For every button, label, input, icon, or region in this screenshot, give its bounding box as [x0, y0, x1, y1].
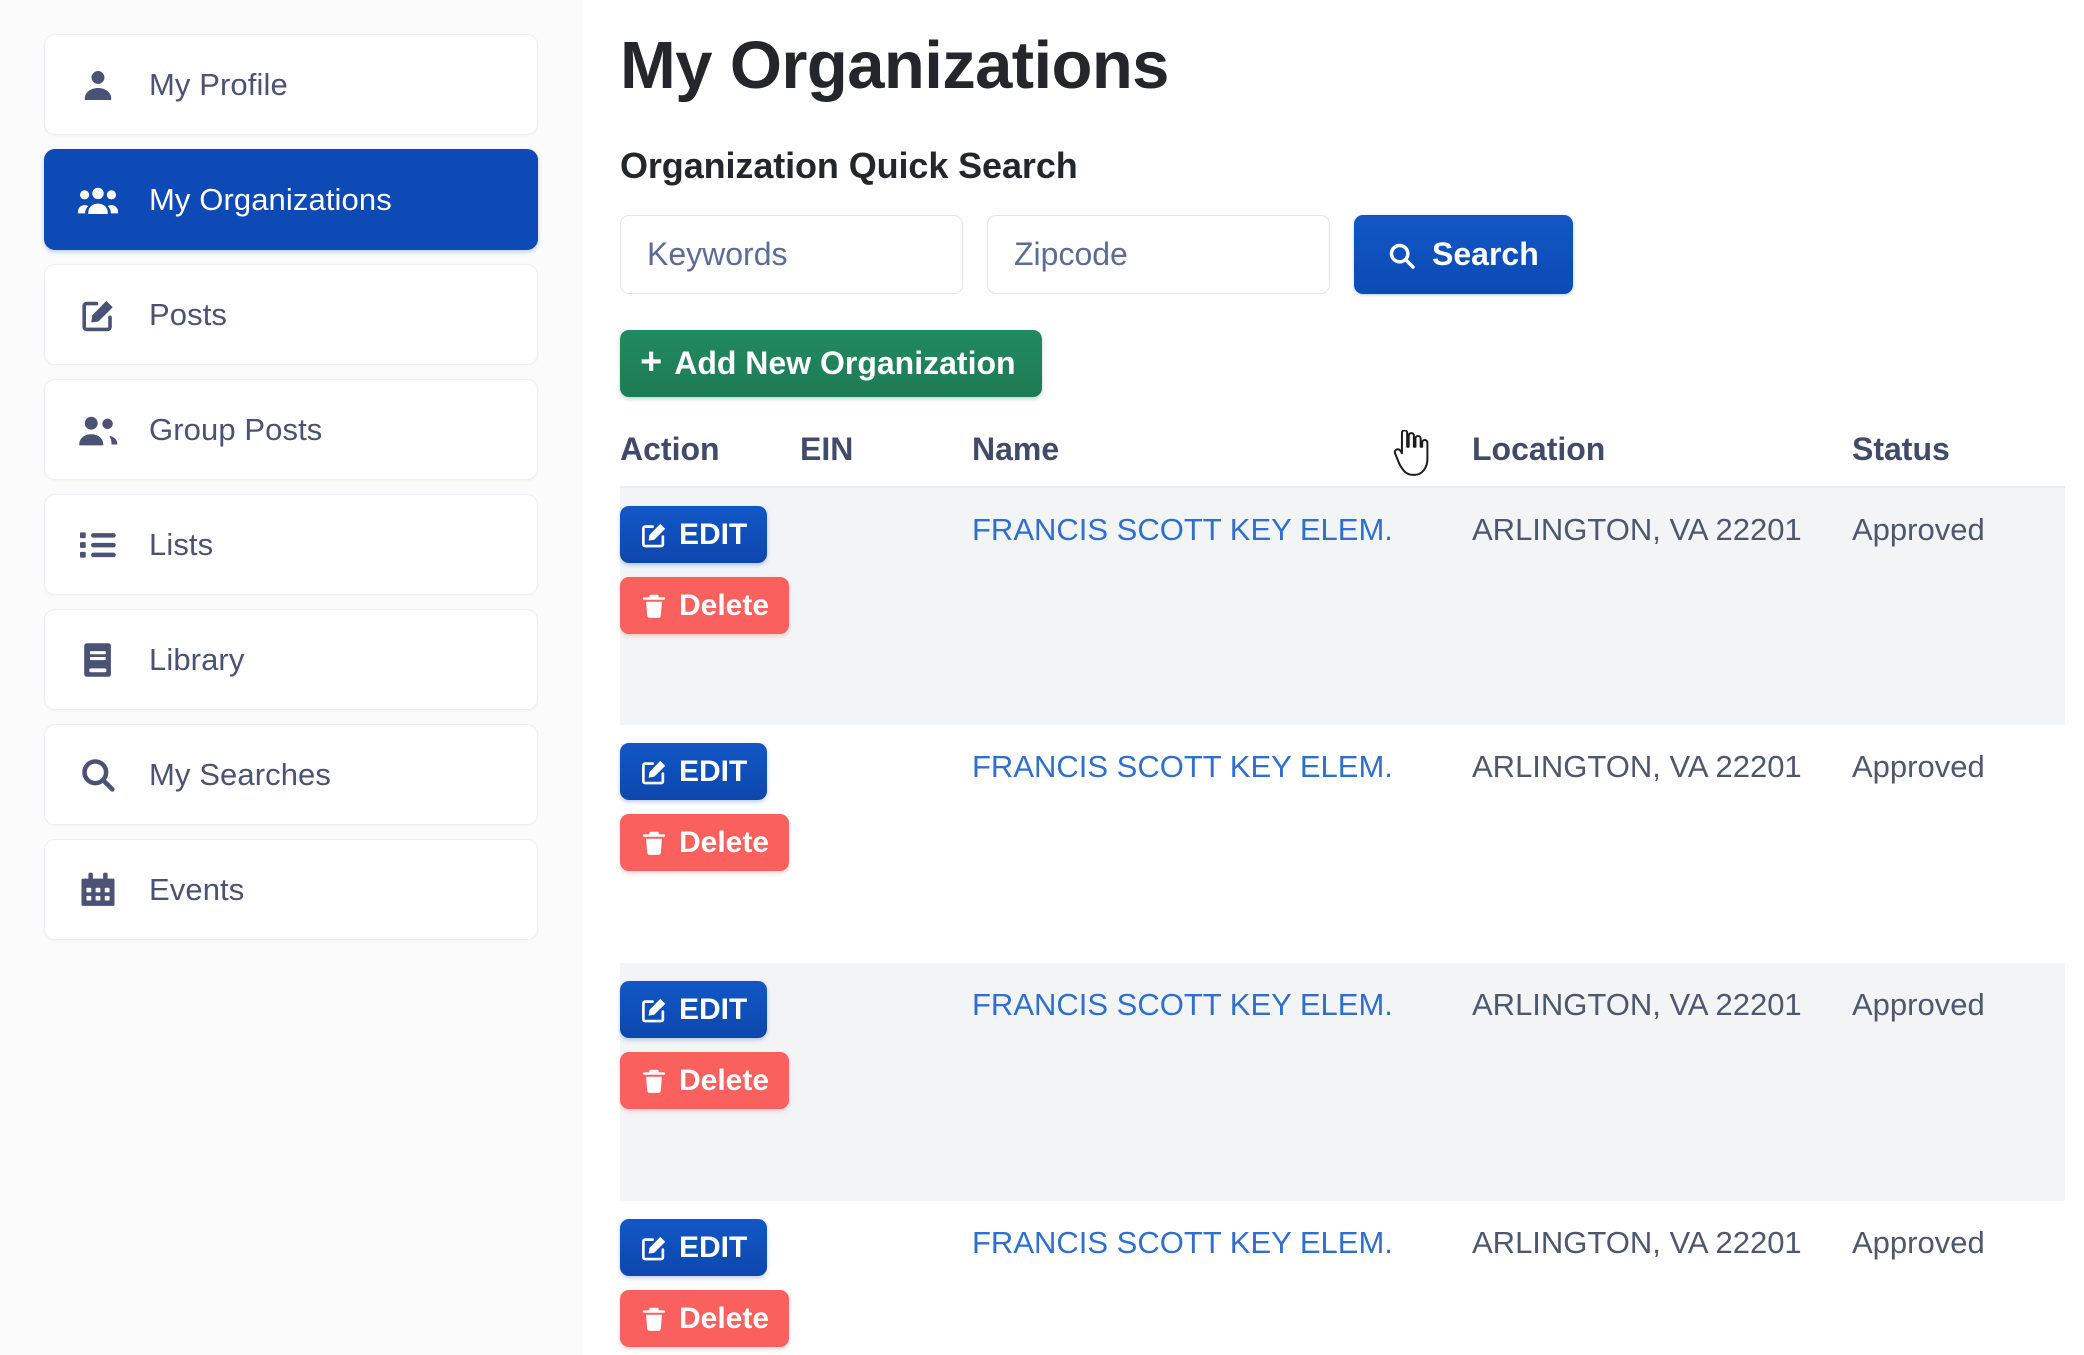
cell-name: FRANCIS SCOTT KEY ELEM. — [972, 725, 1472, 963]
calendar-icon — [77, 869, 119, 911]
cell-status: Approved — [1852, 749, 1985, 785]
delete-button-label: Delete — [679, 825, 770, 859]
app-root: My Profile My Organizations Posts Group … — [0, 0, 2084, 1355]
sidebar-nav: My Profile My Organizations Posts Group … — [0, 0, 582, 1355]
search-button-label: Search — [1432, 236, 1539, 273]
sidebar-item-events[interactable]: Events — [44, 839, 538, 940]
column-header-name: Name — [972, 431, 1472, 489]
sidebar-item-lists[interactable]: Lists — [44, 494, 538, 595]
sidebar-item-label: Events — [149, 871, 245, 907]
sidebar-item-posts[interactable]: Posts — [44, 264, 538, 365]
organization-name-link[interactable]: FRANCIS SCOTT KEY ELEM. — [972, 512, 1393, 547]
edit-button-label: EDIT — [679, 517, 748, 551]
organizations-table: Action EIN Name Location Status EDIT Dele… — [620, 431, 2065, 1355]
table-row: EDIT Delete FRANCIS SCOTT KEY ELEM. ARLINGT… — [620, 963, 2065, 1202]
cell-status: Approved — [1852, 512, 1985, 548]
delete-button[interactable]: Delete — [620, 1052, 790, 1110]
main-content: My Organizations Organization Quick Sear… — [582, 0, 2084, 1355]
row-actions: EDIT Delete — [620, 1219, 800, 1348]
sidebar-item-label: Library — [149, 641, 245, 677]
edit-button[interactable]: EDIT — [620, 981, 768, 1039]
table-row: EDIT Delete FRANCIS SCOTT KEY ELEM. ARLINGT… — [620, 487, 2065, 726]
sidebar-item-label: Group Posts — [149, 411, 323, 447]
cell-name: FRANCIS SCOTT KEY ELEM. — [972, 963, 1472, 1201]
page-title: My Organizations — [620, 28, 1169, 103]
column-header-ein: EIN — [800, 431, 972, 489]
column-header-location: Location — [1472, 431, 1852, 489]
plus-icon: + — [640, 340, 663, 383]
book-icon — [77, 639, 119, 681]
cell-location: ARLINGTON, VA 22201 — [1472, 749, 1802, 785]
cell-status: Approved — [1852, 987, 1985, 1023]
edit-button-label: EDIT — [679, 1230, 748, 1264]
edit-button[interactable]: EDIT — [620, 743, 768, 801]
edit-button[interactable]: EDIT — [620, 1219, 768, 1277]
organization-name-link[interactable]: FRANCIS SCOTT KEY ELEM. — [972, 749, 1393, 784]
table-header-row: Action EIN Name Location Status — [620, 431, 2065, 489]
column-header-action: Action — [620, 431, 800, 489]
column-header-status: Status — [1852, 431, 2065, 489]
cell-action: EDIT Delete — [620, 725, 800, 963]
edit-button-label: EDIT — [679, 992, 748, 1026]
sidebar-item-label: Posts — [149, 296, 228, 332]
table-header: Action EIN Name Location Status — [620, 431, 2065, 489]
cell-action: EDIT Delete — [620, 1201, 800, 1355]
sidebar-item-my-profile[interactable]: My Profile — [44, 34, 538, 135]
delete-button-label: Delete — [679, 1301, 770, 1335]
cell-action: EDIT Delete — [620, 487, 800, 725]
sidebar-item-library[interactable]: Library — [44, 609, 538, 710]
user-icon — [77, 64, 119, 106]
sidebar-item-my-organizations[interactable]: My Organizations — [44, 149, 538, 250]
cell-ein — [800, 963, 972, 1201]
delete-button[interactable]: Delete — [620, 1290, 790, 1348]
table-row: EDIT Delete FRANCIS SCOTT KEY ELEM. ARLINGT… — [620, 725, 2065, 963]
search-icon — [1388, 241, 1416, 269]
edit-button[interactable]: EDIT — [620, 506, 768, 564]
sidebar-item-my-searches[interactable]: My Searches — [44, 724, 538, 825]
row-actions: EDIT Delete — [620, 743, 800, 872]
search-button[interactable]: Search — [1354, 215, 1573, 295]
quick-search-form: Search — [620, 215, 2084, 295]
cell-ein — [800, 725, 972, 963]
table-row: EDIT Delete FRANCIS SCOTT KEY ELEM. ARLINGT… — [620, 1201, 2065, 1355]
cell-ein — [800, 487, 972, 725]
cell-location: ARLINGTON, VA 22201 — [1472, 987, 1802, 1023]
sidebar-item-label: Lists — [149, 526, 214, 562]
cell-name: FRANCIS SCOTT KEY ELEM. — [972, 1201, 1472, 1355]
search-icon — [77, 754, 119, 796]
delete-button[interactable]: Delete — [620, 577, 790, 635]
sidebar-item-label: My Organizations — [149, 181, 392, 217]
keywords-input[interactable] — [620, 215, 963, 295]
sidebar-item-group-posts[interactable]: Group Posts — [44, 379, 538, 480]
cell-action: EDIT Delete — [620, 963, 800, 1201]
edit-button-label: EDIT — [679, 754, 748, 788]
cell-ein — [800, 1201, 972, 1355]
organization-name-link[interactable]: FRANCIS SCOTT KEY ELEM. — [972, 987, 1393, 1022]
cell-status: Approved — [1852, 1225, 1985, 1261]
quick-search-heading: Organization Quick Search — [620, 145, 1078, 187]
cell-location: ARLINGTON, VA 22201 — [1472, 1225, 1802, 1261]
organization-name-link[interactable]: FRANCIS SCOTT KEY ELEM. — [972, 1225, 1393, 1260]
row-actions: EDIT Delete — [620, 506, 800, 635]
sidebar-item-label: My Profile — [149, 66, 288, 102]
table-body: EDIT Delete FRANCIS SCOTT KEY ELEM. ARLINGT… — [620, 487, 2065, 1355]
pencil-square-icon — [77, 294, 119, 336]
row-actions: EDIT Delete — [620, 981, 800, 1110]
delete-button-label: Delete — [679, 1063, 770, 1097]
add-new-organization-button[interactable]: + Add New Organization — [620, 330, 1042, 398]
users-icon — [77, 409, 119, 451]
sidebar-item-label: My Searches — [149, 756, 331, 792]
list-icon — [77, 524, 119, 566]
cell-location: ARLINGTON, VA 22201 — [1472, 512, 1802, 548]
delete-button-label: Delete — [679, 588, 770, 622]
cell-name: FRANCIS SCOTT KEY ELEM. — [972, 487, 1472, 725]
add-new-organization-label: Add New Organization — [674, 345, 1016, 382]
users-group-icon — [77, 179, 119, 221]
zipcode-input[interactable] — [987, 215, 1330, 295]
delete-button[interactable]: Delete — [620, 814, 790, 872]
